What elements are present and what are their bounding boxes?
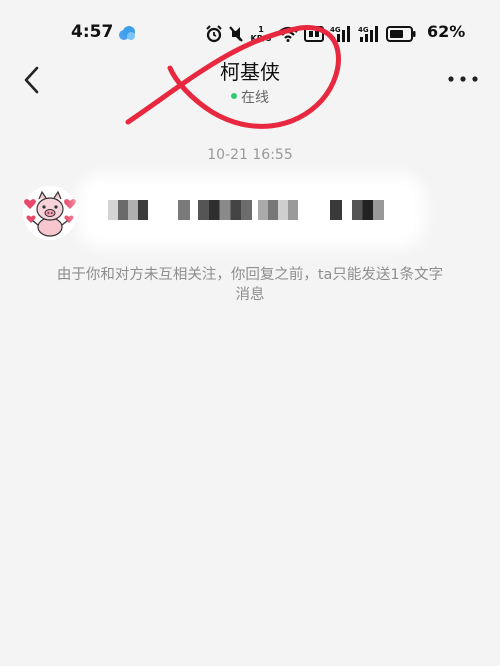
battery-percent: 62% xyxy=(427,22,466,41)
cloud-icon xyxy=(119,26,135,40)
redacted-text xyxy=(330,200,342,220)
redacted-text xyxy=(198,200,252,220)
status-time: 4:57 xyxy=(71,22,114,42)
page-title: 柯基侠 xyxy=(220,60,280,84)
alarm-icon xyxy=(206,25,222,43)
online-status-label: 在线 xyxy=(241,90,269,106)
more-dots-icon[interactable] xyxy=(446,72,480,86)
redacted-text xyxy=(258,200,298,220)
pig-avatar-icon[interactable] xyxy=(22,185,78,241)
4g-signal-icon: 4G xyxy=(330,26,350,42)
net-speed: 1 KB/S xyxy=(250,25,272,43)
redacted-text xyxy=(178,200,190,220)
mute-icon xyxy=(229,26,243,42)
svg-text:4G: 4G xyxy=(330,26,341,34)
online-dot-icon xyxy=(231,93,237,99)
redacted-text xyxy=(352,200,384,220)
message-timestamp: 10-21 16:55 xyxy=(207,147,293,163)
status-icons: 1 KB/S 4G 4G xyxy=(206,24,416,44)
svg-text:4G: 4G xyxy=(358,26,369,34)
follow-restriction-notice: 由于你和对方未互相关注，你回复之前，ta只能发送1条文字消息 xyxy=(56,267,444,303)
hd-icon xyxy=(304,26,324,42)
wifi-icon xyxy=(278,26,298,42)
4g-signal-icon: 4G xyxy=(358,26,378,42)
redacted-text xyxy=(108,200,148,220)
online-status: 在线 xyxy=(0,87,500,107)
battery-icon xyxy=(386,26,416,42)
